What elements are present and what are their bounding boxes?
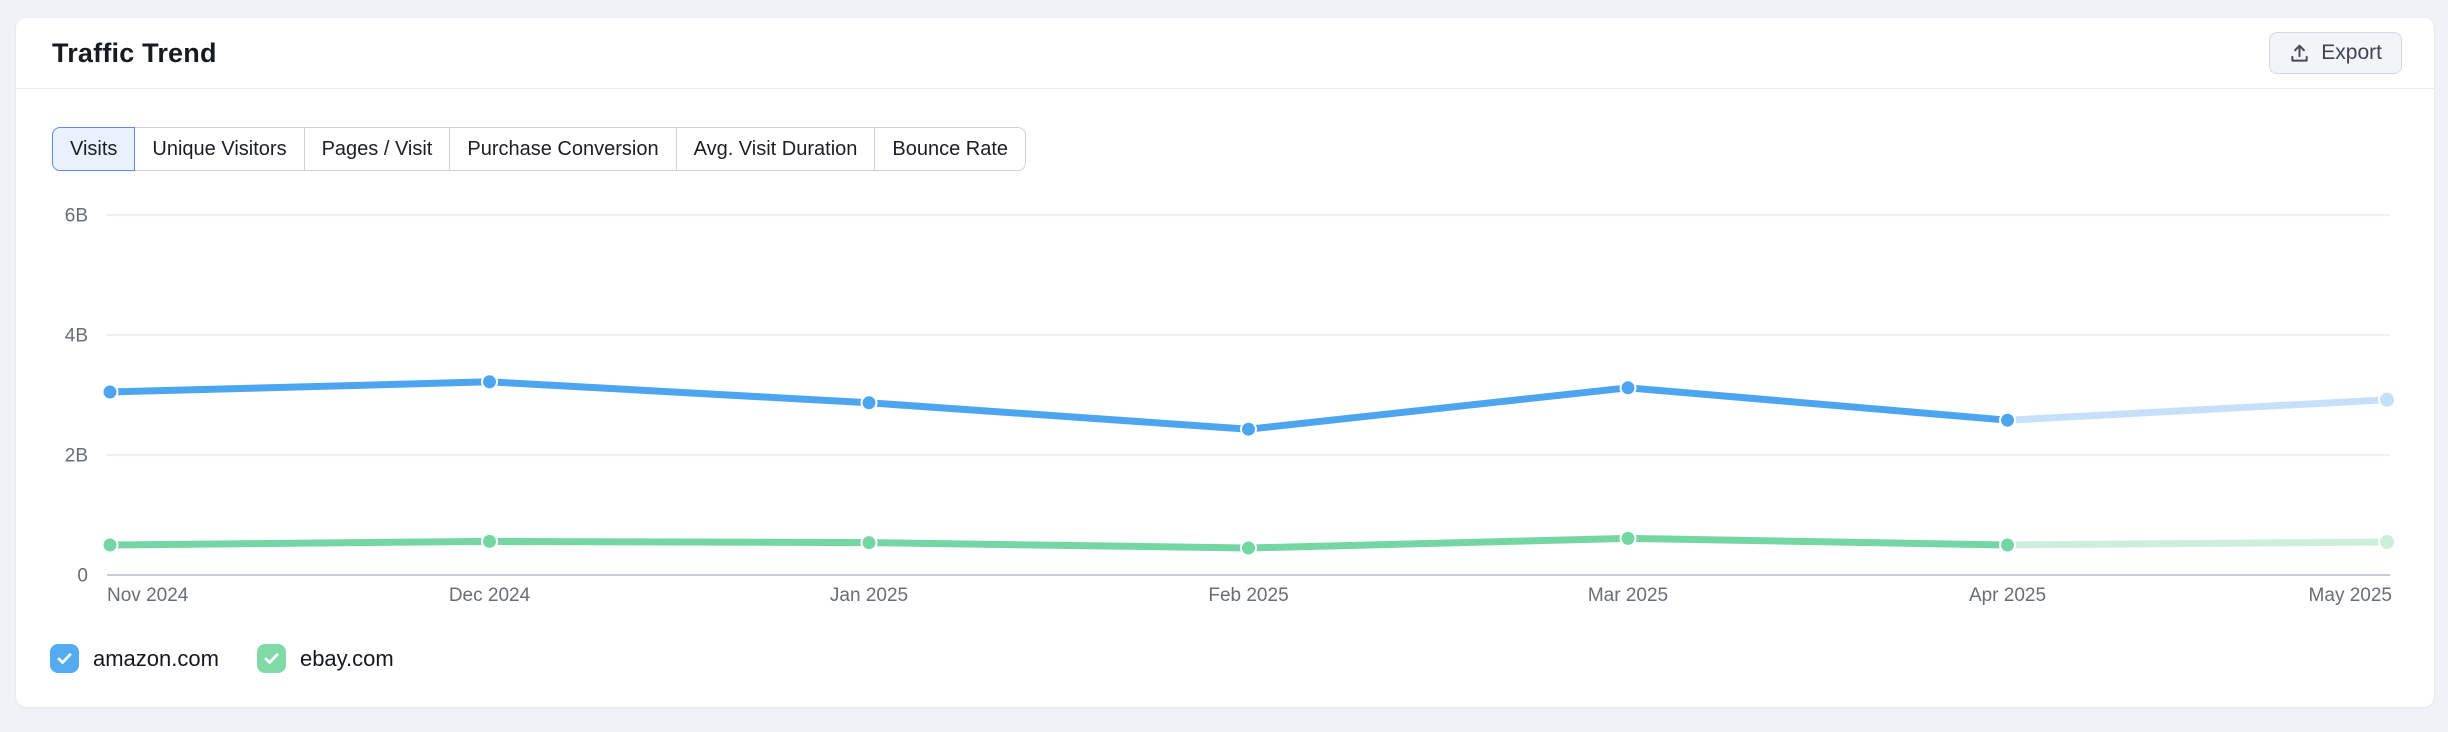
legend-checkbox-ebay-com[interactable] bbox=[256, 644, 286, 673]
data-point-amazon.com[interactable] bbox=[2378, 390, 2396, 409]
data-point-amazon.com[interactable] bbox=[860, 394, 878, 412]
tab-pages-visit[interactable]: Pages / Visit bbox=[303, 127, 451, 171]
data-point-ebay.com[interactable] bbox=[2378, 533, 2396, 551]
export-button[interactable]: Export bbox=[2269, 32, 2402, 74]
data-point-ebay.com[interactable] bbox=[101, 536, 119, 554]
data-point-ebay.com[interactable] bbox=[1619, 529, 1637, 547]
check-icon bbox=[57, 653, 72, 664]
data-point-ebay.com[interactable] bbox=[1999, 536, 2016, 554]
traffic-trend-card: Traffic Trend Export Visits Unique Visito… bbox=[16, 18, 2434, 707]
tab-purchase-conversion[interactable]: Purchase Conversion bbox=[449, 127, 677, 171]
legend-item-ebay-com[interactable]: ebay.com bbox=[256, 644, 394, 673]
data-point-amazon.com[interactable] bbox=[1999, 411, 2016, 429]
tab-avg-visit-duration[interactable]: Avg. Visit Duration bbox=[675, 127, 876, 171]
chart-legend: amazon.com ebay.com bbox=[50, 644, 394, 673]
check-icon bbox=[264, 653, 279, 664]
tab-visits[interactable]: Visits bbox=[52, 127, 136, 171]
legend-checkbox-amazon-com[interactable] bbox=[50, 644, 79, 673]
legend-label: amazon.com bbox=[93, 645, 219, 671]
tab-unique-visitors[interactable]: Unique Visitors bbox=[134, 127, 305, 171]
data-point-amazon.com[interactable] bbox=[101, 383, 119, 401]
legend-label: ebay.com bbox=[299, 645, 394, 671]
data-point-amazon.com[interactable] bbox=[481, 373, 498, 391]
page-title: Traffic Trend bbox=[52, 37, 217, 68]
data-point-ebay.com[interactable] bbox=[1240, 539, 1257, 557]
export-upload-icon bbox=[2289, 43, 2310, 64]
data-point-ebay.com[interactable] bbox=[481, 532, 498, 550]
data-point-amazon.com[interactable] bbox=[1619, 379, 1637, 397]
tab-bounce-rate[interactable]: Bounce Rate bbox=[874, 127, 1027, 171]
data-point-amazon.com[interactable] bbox=[1240, 420, 1257, 438]
data-point-ebay.com[interactable] bbox=[860, 534, 878, 552]
legend-item-amazon-com[interactable]: amazon.com bbox=[50, 644, 219, 673]
metric-tabs: Visits Unique Visitors Pages / Visit Purcha… bbox=[52, 127, 1027, 171]
card-header: Traffic Trend Export bbox=[16, 18, 2434, 89]
export-button-label: Export bbox=[2321, 41, 2382, 64]
